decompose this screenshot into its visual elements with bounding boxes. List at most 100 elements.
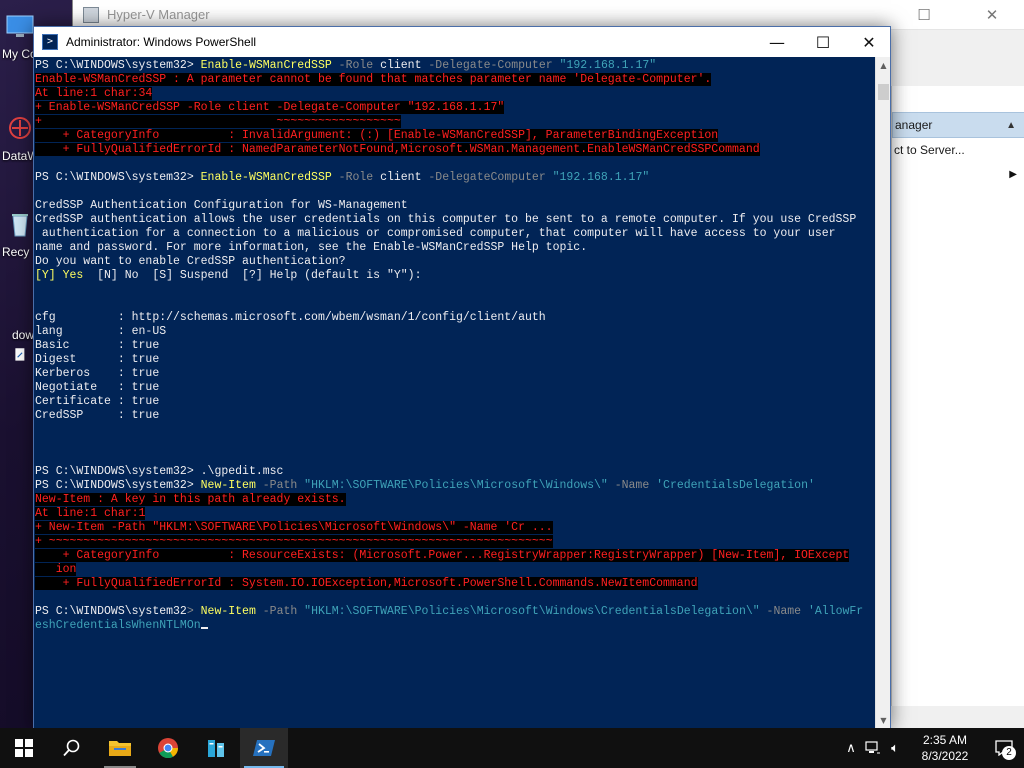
- console-text-segment: [N] No [S] Suspend [?] Help (default is …: [83, 269, 422, 282]
- action-connect-to-server[interactable]: ct to Server...: [892, 138, 1024, 162]
- console-text-segment: "HKLM:\SOFTWARE\Policies\Microsoft\Windo…: [304, 605, 760, 618]
- actions-header-label: anager: [895, 118, 933, 132]
- file-icon: [15, 348, 25, 361]
- console-line: At line:1 char:34: [34, 87, 875, 101]
- console-line: cfg : http://schemas.microsoft.com/wbem/…: [34, 311, 875, 325]
- console-text-segment: 'CredentialsDelegation': [656, 479, 815, 492]
- close-icon: ✕: [985, 6, 999, 24]
- maximize-button[interactable]: ☐: [800, 27, 846, 57]
- console-line: CredSSP Authentication Configuration for…: [34, 199, 875, 213]
- console-text-segment: PS C:\WINDOWS\system32>: [35, 59, 201, 72]
- console-line: Kerberos : true: [34, 367, 875, 381]
- server-manager-button[interactable]: [192, 728, 240, 768]
- scroll-up-icon[interactable]: ▲: [876, 57, 891, 74]
- console-text-segment: -Name: [759, 605, 808, 618]
- console-line: + CategoryInfo : ResourceExists: (Micros…: [34, 549, 875, 563]
- console-text-segment: -DelegateComputer: [421, 171, 553, 184]
- console-line: PS C:\WINDOWS\system32> New-Item -Path "…: [34, 605, 875, 619]
- console-text-segment: -Path: [255, 479, 305, 492]
- console-line: CredSSP : true: [34, 409, 875, 423]
- action-submenu[interactable]: ▶: [892, 162, 1024, 186]
- scrollbar-thumb[interactable]: [878, 84, 889, 100]
- chrome-icon: [158, 738, 179, 759]
- console-text-segment: Enable-WSManCredSSP: [200, 171, 332, 184]
- windows-logo-icon: [15, 739, 33, 757]
- close-button[interactable]: ✕: [846, 27, 892, 57]
- console-text-segment: CredSSP authentication allows the user c…: [35, 213, 857, 226]
- clock[interactable]: 2:35 AM 8/3/2022: [906, 732, 984, 764]
- console-line: lang : en-US: [34, 325, 875, 339]
- console-text-segment: + CategoryInfo : ResourceExists: (Micros…: [35, 549, 850, 562]
- close-icon: ✕: [862, 32, 876, 52]
- chrome-button[interactable]: [144, 728, 192, 768]
- volume-icon[interactable]: 🔈︎: [884, 728, 906, 768]
- console-text-segment: CredSSP : true: [35, 409, 160, 422]
- console-output[interactable]: PS C:\WINDOWS\system32> Enable-WSManCred…: [34, 57, 875, 729]
- minimize-button[interactable]: —: [754, 27, 800, 57]
- notification-count-badge: 2: [1002, 746, 1016, 760]
- show-hidden-icons-chevron-icon[interactable]: ∧: [840, 728, 862, 768]
- console-line: Negotiate : true: [34, 381, 875, 395]
- hyperv-close-button[interactable]: ✕: [969, 0, 1015, 30]
- console-line: eshCredentialsWhenNTLMOn: [34, 619, 875, 633]
- minimize-icon: —: [769, 32, 785, 52]
- console-text-segment: client: [380, 171, 422, 184]
- clock-time: 2:35 AM: [922, 733, 968, 747]
- file-explorer-icon: [109, 741, 131, 756]
- search-button[interactable]: [48, 728, 96, 768]
- powershell-titlebar[interactable]: > Administrator: Windows PowerShell — ☐ …: [34, 27, 890, 57]
- collapse-arrow-icon[interactable]: ▲: [1006, 120, 1016, 131]
- system-tray: ∧ 🔈︎ 2:35 AM 8/3/2022 2: [840, 728, 1024, 768]
- console-text-segment: "HKLM:\SOFTWARE\Policies\Microsoft\Windo…: [304, 479, 608, 492]
- console-line: + FullyQualifiedErrorId : System.IO.IOEx…: [34, 577, 875, 591]
- console-text-segment: Enable-WSManCredSSP : A parameter cannot…: [35, 73, 712, 86]
- console-text-segment: Kerberos : true: [35, 367, 160, 380]
- console-scrollbar[interactable]: ▲ ▼: [875, 57, 890, 729]
- console-text-segment: Basic : true: [35, 339, 160, 352]
- console-line: ion: [34, 563, 875, 577]
- console-text-segment: eshCredentialsWhenNTLMOn: [35, 619, 201, 632]
- actions-header[interactable]: anager ▲: [892, 112, 1024, 138]
- console-text-segment: New-Item: [200, 605, 256, 618]
- console-line: + CategoryInfo : InvalidArgument: (:) [E…: [34, 129, 875, 143]
- console-text-segment: lang : en-US: [35, 325, 167, 338]
- console-line: Do you want to enable CredSSP authentica…: [34, 255, 875, 269]
- console-text-segment: New-Item : A key in this path already ex…: [35, 493, 346, 506]
- console-text-segment: -Name: [607, 479, 657, 492]
- console-line: + New-Item -Path "HKLM:\SOFTWARE\Policie…: [34, 521, 875, 535]
- console-text-segment: Do you want to enable CredSSP authentica…: [35, 255, 346, 268]
- network-icon[interactable]: [862, 728, 884, 768]
- console-text-segment: >: [186, 605, 201, 618]
- console-line: [Y] Yes [N] No [S] Suspend [?] Help (def…: [34, 269, 875, 283]
- computer-icon: [6, 15, 34, 37]
- action-label: ct to Server...: [894, 143, 965, 157]
- powershell-window[interactable]: > Administrator: Windows PowerShell — ☐ …: [33, 26, 891, 730]
- console-text-segment: At line:1 char:1: [35, 507, 146, 520]
- clock-date: 8/3/2022: [921, 749, 969, 763]
- server-manager-icon: [208, 740, 224, 757]
- powershell-taskbar-button[interactable]: [240, 728, 288, 768]
- console-text-segment: + CategoryInfo : InvalidArgument: (:) [E…: [35, 129, 719, 142]
- scroll-down-icon[interactable]: ▼: [876, 712, 891, 729]
- console-text-segment: 'AllowFr: [807, 605, 864, 618]
- console-text-segment: Enable-WSManCredSSP: [200, 59, 332, 72]
- console-line: + Enable-WSManCredSSP -Role client -Dele…: [34, 101, 875, 115]
- start-button[interactable]: [0, 728, 48, 768]
- console-line: At line:1 char:1: [34, 507, 875, 521]
- console-text-segment: At line:1 char:34: [35, 87, 153, 100]
- taskbar: ∧ 🔈︎ 2:35 AM 8/3/2022 2: [0, 728, 1024, 768]
- console-line: CredSSP authentication allows the user c…: [34, 213, 875, 227]
- action-center-button[interactable]: 2: [984, 728, 1024, 768]
- hyperv-maximize-button[interactable]: ☐: [901, 0, 947, 30]
- app-icon: [9, 117, 31, 139]
- console-line: New-Item : A key in this path already ex…: [34, 493, 875, 507]
- submenu-arrow-icon: ▶: [1009, 168, 1017, 180]
- file-explorer-button[interactable]: [96, 728, 144, 768]
- console-text-segment: [Y] Yes: [35, 269, 84, 282]
- console-line: Certificate : true: [34, 395, 875, 409]
- hyperv-app-icon: [83, 6, 99, 23]
- console-line: + ~~~~~~~~~~~~~~~~~~~~~~~~~~~~~~~~~~~~~~…: [34, 535, 875, 549]
